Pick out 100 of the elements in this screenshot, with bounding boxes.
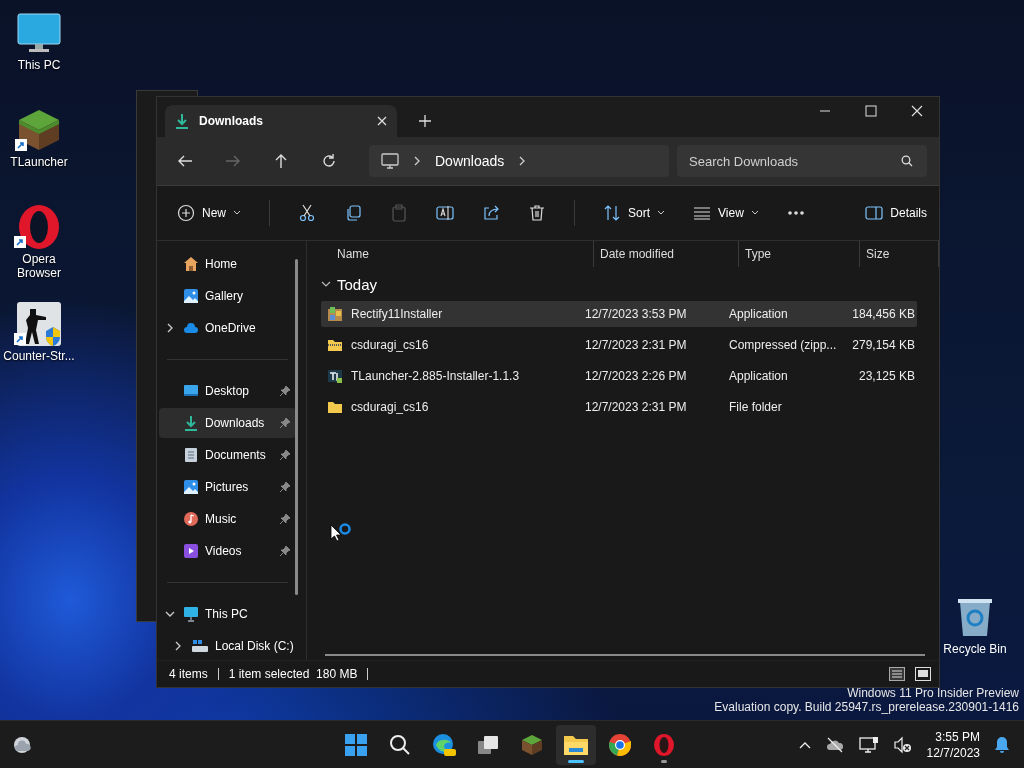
size-cell-text: 23,125 KB	[857, 369, 915, 383]
tiles-view-icon[interactable]	[915, 667, 931, 681]
breadcrumb[interactable]: Downloads	[435, 153, 505, 169]
sort-button[interactable]: Sort	[603, 200, 666, 226]
details-view-icon[interactable]	[889, 667, 905, 681]
nav-item[interactable]: Local Disk (C:)	[159, 631, 296, 661]
add-tab-icon[interactable]	[419, 115, 431, 127]
date-cell-text: 12/7/2023 2:31 PM	[584, 338, 688, 352]
nav-item[interactable]: OneDrive	[159, 313, 296, 343]
search-field[interactable]: Search Downloads	[677, 145, 927, 177]
desktop-shortcut[interactable]: Opera Browser	[0, 202, 78, 280]
scrollbar[interactable]	[325, 654, 925, 656]
grass-block-icon	[521, 733, 543, 756]
more-icon[interactable]	[786, 210, 805, 216]
nav-item[interactable]: Gallery	[159, 281, 296, 311]
nav-item[interactable]: Videos	[159, 536, 296, 566]
monitor-icon	[183, 606, 199, 622]
tab[interactable]: Downloads	[165, 105, 397, 137]
rename-icon[interactable]	[436, 204, 454, 222]
nav-item[interactable]: This PC	[159, 599, 296, 629]
house-icon	[183, 256, 199, 272]
nav-item[interactable]: Desktop	[159, 376, 296, 406]
file-row[interactable]: csduragi_cs16 12/7/2023 2:31 PM File folder	[321, 394, 917, 420]
recycle-bin-icon	[956, 596, 994, 638]
share-icon[interactable]	[482, 204, 500, 222]
refresh-icon[interactable]	[321, 153, 337, 169]
group-header[interactable]: Today	[321, 267, 939, 301]
clipboard-icon[interactable]	[390, 204, 408, 222]
pin-icon[interactable]	[280, 386, 290, 396]
column-header[interactable]: Date modified	[594, 241, 739, 267]
clock[interactable]: 3:55 PM 12/7/2023	[926, 728, 980, 761]
column-header[interactable]: Size	[860, 241, 939, 267]
cloud-off-icon[interactable]	[824, 736, 845, 753]
nav-item[interactable]: Music	[159, 504, 296, 534]
close-icon[interactable]	[911, 105, 923, 117]
taskbar-button[interactable]	[556, 724, 596, 765]
trash-icon[interactable]	[528, 204, 546, 222]
zip-folder-icon	[327, 337, 343, 353]
file-name: Rectify11Installer	[351, 307, 443, 321]
details-button[interactable]: Details	[865, 202, 927, 224]
pin-icon[interactable]	[280, 514, 290, 524]
chevron-right-icon[interactable]	[173, 641, 183, 651]
network-icon[interactable]	[858, 735, 879, 754]
details-pane-icon	[865, 206, 884, 220]
desktop-shortcut[interactable]: This PC	[0, 8, 78, 72]
column-header[interactable]: Type	[739, 241, 860, 267]
address-bar[interactable]: Downloads	[369, 145, 669, 177]
soldier-icon	[16, 301, 62, 347]
drive-icon	[191, 638, 209, 654]
chevron-right-icon[interactable]	[165, 323, 175, 333]
pin-icon[interactable]	[280, 418, 290, 428]
pin-icon[interactable]	[280, 450, 290, 460]
sort-arrows-icon	[603, 204, 621, 222]
status-text: 1 item selected 180 MB	[228, 667, 358, 681]
type-cell-text: Application	[728, 369, 789, 383]
windows-logo-icon	[344, 732, 368, 757]
up-arrow-icon[interactable]	[273, 153, 289, 169]
view-button[interactable]: View	[693, 202, 759, 224]
cloud-icon	[183, 320, 199, 336]
date-cell-text: 12/7/2023 2:31 PM	[584, 400, 688, 414]
file-row[interactable]: TLauncher-2.885-Installer-1.1.3 12/7/2023 2:26 PM Application 23,125 KB	[321, 363, 917, 389]
back-arrow-icon[interactable]	[177, 153, 193, 169]
maximize-icon[interactable]	[865, 105, 877, 117]
desktop-shortcut[interactable]: TLauncher	[0, 105, 78, 169]
pin-icon[interactable]	[280, 482, 290, 492]
search-icon	[901, 155, 913, 167]
forward-arrow-icon[interactable]	[225, 153, 241, 169]
chevron-down-icon[interactable]	[165, 609, 175, 619]
file-row[interactable]: Rectify11Installer 12/7/2023 3:53 PM Application 184,456 KB	[321, 301, 917, 327]
music-note-icon	[183, 511, 199, 527]
plus-circle-icon	[177, 204, 195, 222]
file-row[interactable]: csduragi_cs16 12/7/2023 2:31 PM Compressed (zipp... 279,154 KB	[321, 332, 917, 358]
pin-icon[interactable]	[280, 546, 290, 556]
new-button[interactable]: New	[177, 200, 241, 226]
column-header[interactable]: Name	[321, 241, 594, 267]
download-icon	[175, 113, 189, 129]
launcher-icon	[327, 368, 343, 384]
chevron-up-icon[interactable]	[798, 740, 811, 749]
file-name: csduragi_cs16	[351, 400, 429, 414]
desktop-shortcut[interactable]: Counter-Str...	[0, 299, 78, 363]
type-cell-text: Application	[728, 307, 789, 321]
scissors-icon[interactable]	[298, 204, 316, 222]
desktop-shortcut[interactable]: Recycle Bin	[943, 596, 1007, 656]
download-icon	[183, 415, 199, 431]
folder-icon	[327, 399, 343, 415]
copy-icon[interactable]	[344, 204, 362, 222]
scrollbar[interactable]	[295, 259, 298, 595]
nav-item[interactable]: Pictures	[159, 472, 296, 502]
nav-item[interactable]: Home	[159, 249, 296, 279]
nav-item[interactable]: Documents	[159, 440, 296, 470]
chevron-right-icon	[518, 156, 527, 166]
watermark-text: Evaluation copy. Build 25947.rs_prerelease.230901-1416	[714, 700, 1019, 714]
notification-bell-icon[interactable]	[994, 735, 1010, 754]
video-icon	[183, 543, 199, 559]
list-lines-icon	[693, 206, 712, 220]
speaker-muted-icon[interactable]	[892, 735, 913, 754]
nav-item[interactable]: Downloads	[159, 408, 296, 438]
file-name: TLauncher-2.885-Installer-1.1.3	[351, 369, 520, 383]
close-icon[interactable]	[377, 116, 387, 126]
cloud-icon[interactable]	[12, 734, 34, 755]
